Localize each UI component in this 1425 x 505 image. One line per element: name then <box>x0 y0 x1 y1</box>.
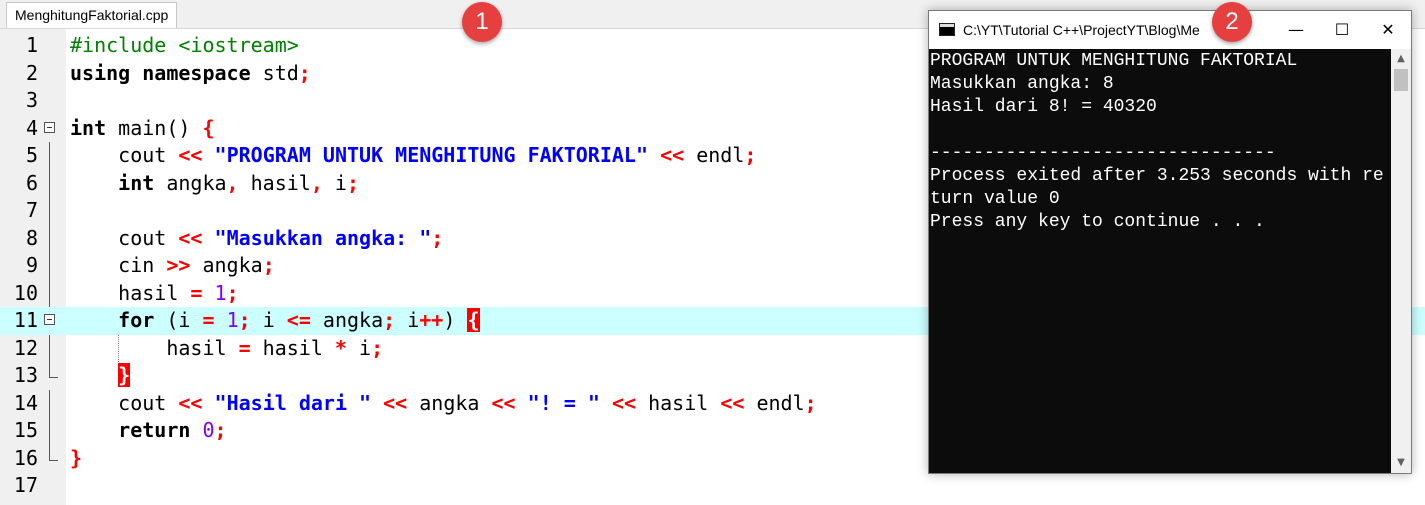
console-line: turn value 0 <box>930 189 1060 209</box>
fold-end-guide <box>49 444 58 461</box>
code-token: hasil <box>166 335 239 360</box>
number-literal: 1 <box>214 280 227 305</box>
minimize-icon[interactable]: — <box>1273 11 1319 49</box>
line-number: 17 <box>13 473 38 497</box>
line-number: 14 <box>13 390 38 415</box>
annotation-badge-1: 1 <box>462 2 502 42</box>
code-token: main() <box>106 115 203 140</box>
maximize-icon[interactable]: ☐ <box>1319 11 1365 49</box>
fold-guide <box>49 197 50 225</box>
console-title: C:\YT\Tutorial C++\ProjectYT\Blog\Me <box>963 22 1200 38</box>
fold-guide <box>49 224 50 252</box>
code-token: endl <box>744 390 805 415</box>
code-token: i <box>250 308 287 332</box>
console-line: Hasil dari 8! = 40320 <box>930 97 1157 117</box>
code-token: hasil <box>118 280 191 305</box>
code-token: #include <iostream> <box>70 33 299 57</box>
fold-guide <box>49 279 50 307</box>
code-token: cout <box>118 225 179 250</box>
scroll-down-icon[interactable]: ▼ <box>1391 453 1411 473</box>
fold-end-guide <box>49 362 58 378</box>
code-token: for <box>118 308 155 332</box>
matched-brace: } <box>118 363 131 387</box>
number-literal: 1 <box>226 308 239 332</box>
code-token: (i <box>154 308 203 332</box>
number-literal: 0 <box>202 418 215 442</box>
line-number: 7 <box>25 198 38 222</box>
fold-guide <box>49 169 50 197</box>
fold-guide <box>49 334 50 362</box>
annotation-badge-2: 2 <box>1212 2 1252 42</box>
console-scrollbar[interactable]: ▲ ▼ <box>1391 49 1411 473</box>
code-token: i <box>395 308 420 332</box>
code-token: using namespace <box>70 60 251 85</box>
line-number: 15 <box>13 418 38 442</box>
code-token: endl <box>684 143 745 167</box>
file-tab[interactable]: MenghitungFaktorial.cpp <box>6 2 178 28</box>
line-number: 4 <box>25 115 38 140</box>
string-literal: "Hasil dari " <box>214 390 372 415</box>
code-line-17: 17 <box>0 472 1425 500</box>
line-number: 10 <box>13 280 38 305</box>
code-token: hasil <box>250 335 335 360</box>
line-number: 1 <box>25 33 38 57</box>
code-token: std <box>250 60 299 85</box>
line-number: 2 <box>25 60 38 85</box>
fold-toggle-icon[interactable] <box>44 314 55 325</box>
fold-guide <box>49 389 50 417</box>
code-token: angka <box>407 390 492 415</box>
console-separator: -------------------------------- <box>930 143 1276 163</box>
code-token: hasil <box>238 170 311 195</box>
code-token: int <box>118 170 155 195</box>
scroll-up-icon[interactable]: ▲ <box>1391 49 1411 69</box>
console-title-bar[interactable]: C:\YT\Tutorial C++\ProjectYT\Blog\Me — ☐… <box>929 11 1411 49</box>
console-output[interactable]: PROGRAM UNTUK MENGHITUNG FAKTORIAL Masuk… <box>929 49 1391 473</box>
code-token: angka <box>154 170 227 195</box>
fold-guide <box>49 417 50 445</box>
line-number: 5 <box>25 143 38 167</box>
string-literal: "! = " <box>527 390 600 415</box>
console-line: Process exited after 3.253 seconds with … <box>930 166 1384 186</box>
line-number: 8 <box>25 225 38 250</box>
console-line: Press any key to continue . . . <box>930 212 1265 232</box>
line-number: 13 <box>13 363 38 387</box>
line-number: 16 <box>13 445 38 470</box>
string-literal: "Masukkan angka: " <box>214 225 432 250</box>
close-icon[interactable]: ✕ <box>1365 11 1411 49</box>
code-token: hasil <box>636 390 721 415</box>
code-token: i <box>346 335 372 360</box>
code-token: return <box>118 418 191 442</box>
console-line: PROGRAM UNTUK MENGHITUNG FAKTORIAL <box>930 51 1298 71</box>
console-app-icon <box>939 23 955 36</box>
code-token: int <box>70 115 107 140</box>
code-token: i <box>322 170 347 195</box>
console-line: Masukkan angka: 8 <box>930 74 1114 94</box>
code-token: angka <box>190 253 263 277</box>
line-number: 6 <box>25 170 38 195</box>
scroll-thumb[interactable] <box>1394 69 1408 91</box>
console-window[interactable]: C:\YT\Tutorial C++\ProjectYT\Blog\Me — ☐… <box>928 10 1412 474</box>
line-number: 11 <box>13 308 38 332</box>
code-token: cin <box>118 253 167 277</box>
code-token: cout <box>118 143 179 167</box>
code-token: cout <box>118 390 179 415</box>
fold-toggle-icon[interactable] <box>44 121 55 133</box>
matched-brace: { <box>467 308 480 332</box>
fold-guide <box>49 142 50 170</box>
string-literal: "PROGRAM UNTUK MENGHITUNG FAKTORIAL" <box>214 143 649 167</box>
line-number: 12 <box>13 335 38 360</box>
fold-guide <box>49 252 50 280</box>
line-number: 3 <box>25 88 38 112</box>
line-number: 9 <box>25 253 38 277</box>
code-token: angka <box>310 308 384 332</box>
